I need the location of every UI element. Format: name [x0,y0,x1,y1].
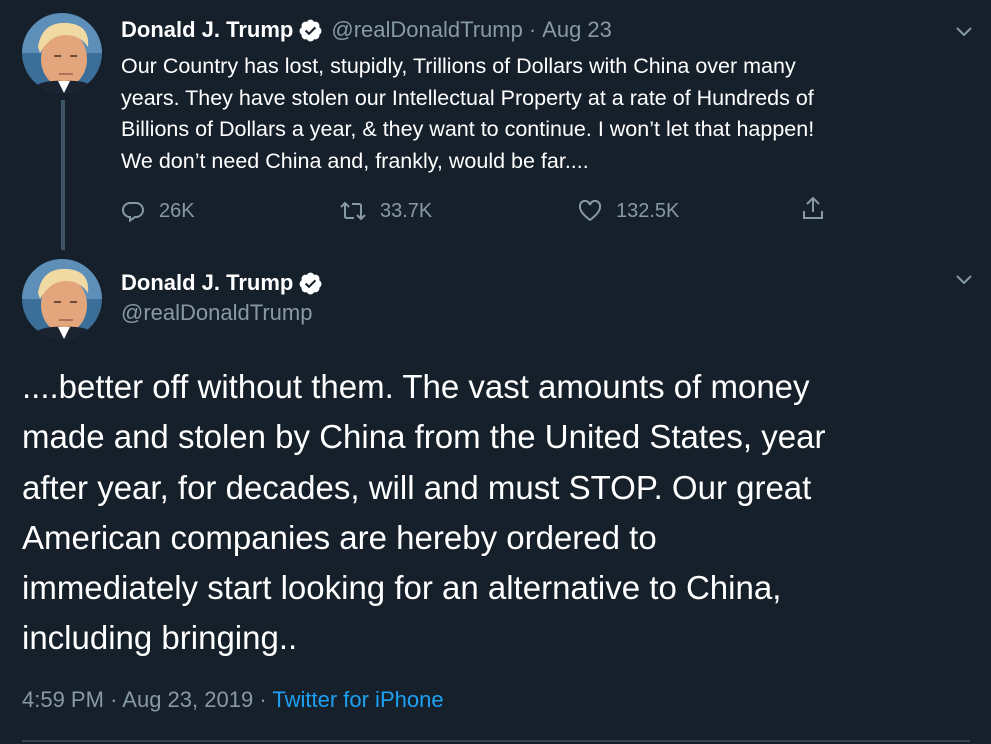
divider [22,740,970,742]
tweet-full-date[interactable]: Aug 23, 2019 [122,687,253,712]
like-count: 132.5K [616,200,680,222]
avatar[interactable] [22,259,102,339]
like-button[interactable]: 132.5K [578,195,679,227]
retweet-icon [340,201,366,221]
retweet-button[interactable]: 33.7K [340,195,432,227]
heart-icon [578,199,602,222]
tweet-text-line: including bringing.. [22,619,298,657]
reply-button[interactable]: 26K [121,195,195,227]
avatar[interactable] [22,13,102,93]
tweet-text-line: Billions of Dollars a year, & they want … [121,117,815,142]
separator-dot: · [528,17,537,42]
verified-badge-icon [298,18,323,43]
verified-badge-icon [298,271,323,296]
tweet-text: Our Country has lost, stupidly, Trillion… [121,51,961,178]
tweet-text-line: We don’t need China and, frankly, would … [121,149,589,174]
tweet-text: ....better off without them. The vast am… [22,362,972,664]
tweet-metadata: 4:59 PM · Aug 23, 2019 · Twitter for iPh… [22,684,444,716]
tweet-time[interactable]: 4:59 PM [22,687,104,712]
tweet-text-line: American companies are hereby ordered to [22,518,657,556]
display-name[interactable]: Donald J. Trump [121,15,293,45]
tweet-text-line: Our Country has lost, stupidly, Trillion… [121,54,796,78]
display-name[interactable]: Donald J. Trump [121,268,293,298]
tweet-date[interactable]: Aug 23 [542,15,612,45]
share-button[interactable] [801,195,839,221]
tweet-header: Donald J. Trump @realDonaldTrump · Aug 2… [121,15,612,45]
tweet-source-link[interactable]: Twitter for iPhone [272,687,443,712]
tweet-text-line: years. They have stolen our Intellectual… [121,85,814,110]
share-icon [803,196,823,219]
tweet-header: Donald J. Trump @realDonaldTrump [121,268,331,328]
retweet-count: 33.7K [380,200,433,222]
user-handle[interactable]: @realDonaldTrump [331,15,522,45]
tweet-text-line: ....better off without them. The vast am… [22,368,810,405]
reply-count: 26K [159,200,195,222]
user-handle[interactable]: @realDonaldTrump [121,298,331,328]
separator-dot: · [110,687,118,712]
thread-connector-line [61,100,65,250]
tweet-text-line: immediately start looking for an alterna… [22,569,782,607]
tweet-actions: 26K 33.7K 132.5K [121,195,841,227]
chevron-down-icon[interactable] [955,274,973,286]
separator-dot: · [259,687,267,712]
chevron-down-icon[interactable] [955,26,973,38]
tweet-text-line: after year, for decades, will and must S… [22,468,812,506]
reply-icon [122,202,144,223]
tweet-text-line: made and stolen by China from the United… [22,418,826,456]
